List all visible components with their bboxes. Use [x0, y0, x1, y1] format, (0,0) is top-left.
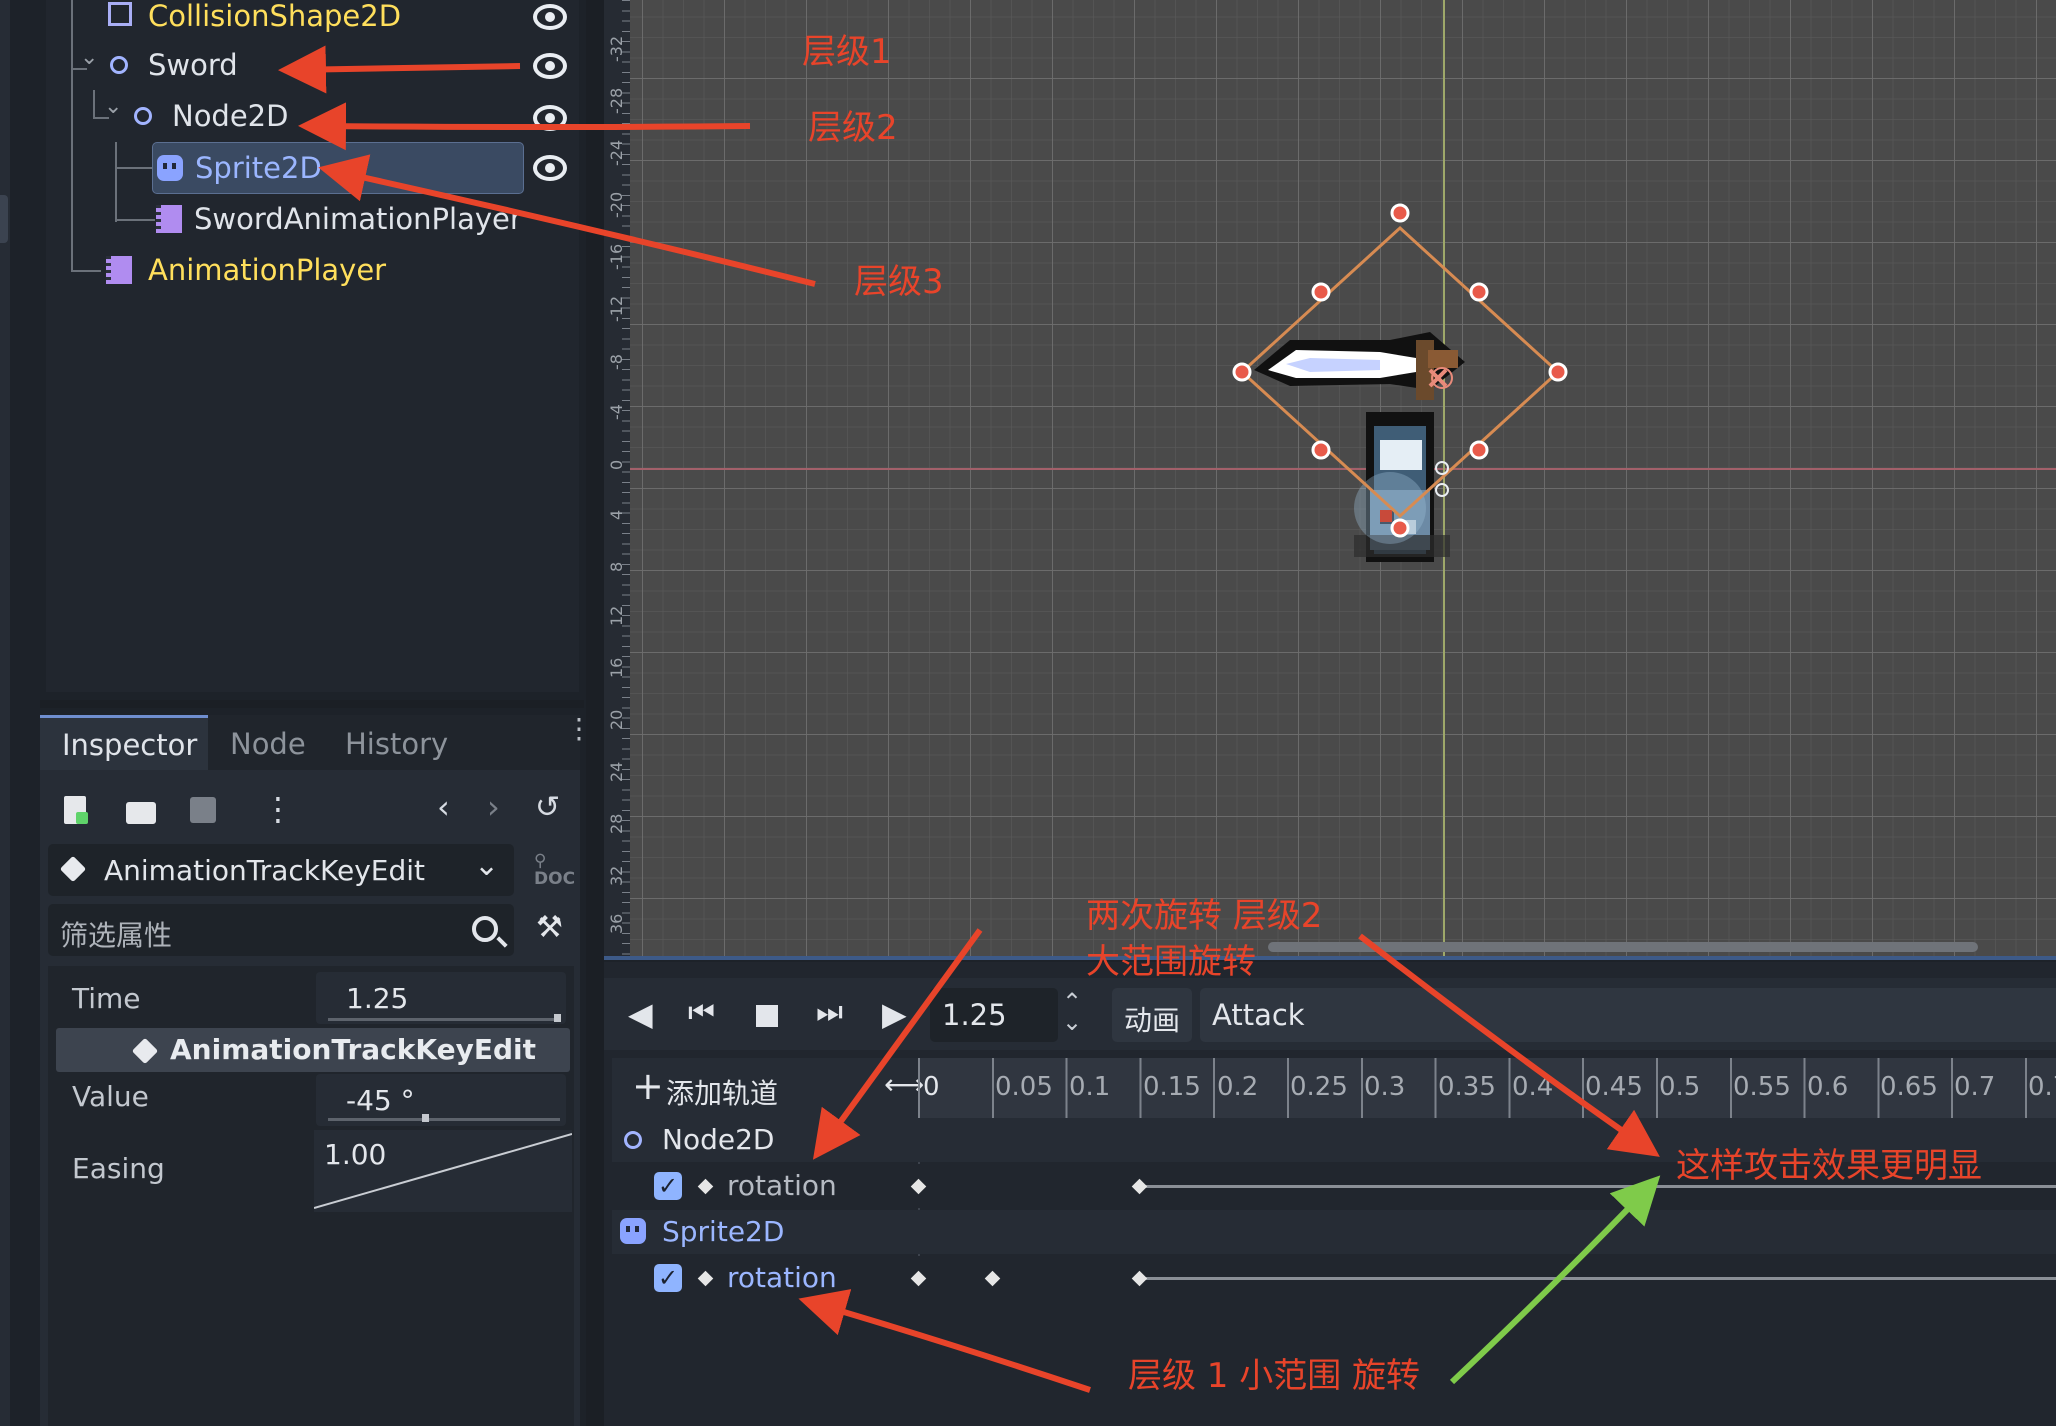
annotation-small-rotation: 层级 1 小范围 旋转 — [1128, 1356, 1421, 1396]
annotation-wide-rotation: 大范围旋转 — [1086, 942, 1256, 982]
annotation-level1: 层级1 — [802, 32, 892, 72]
green-arrow — [1449, 1175, 1661, 1385]
annotation-arrows — [278, 45, 1661, 1393]
annotation-two-rotations: 两次旋转 层级2 — [1086, 896, 1323, 936]
annotation-level3: 层级3 — [854, 262, 944, 302]
red-arrow — [278, 45, 1660, 1393]
annotation-level2: 层级2 — [808, 108, 898, 148]
annotation-effect: 这样攻击效果更明显 — [1676, 1146, 1982, 1186]
